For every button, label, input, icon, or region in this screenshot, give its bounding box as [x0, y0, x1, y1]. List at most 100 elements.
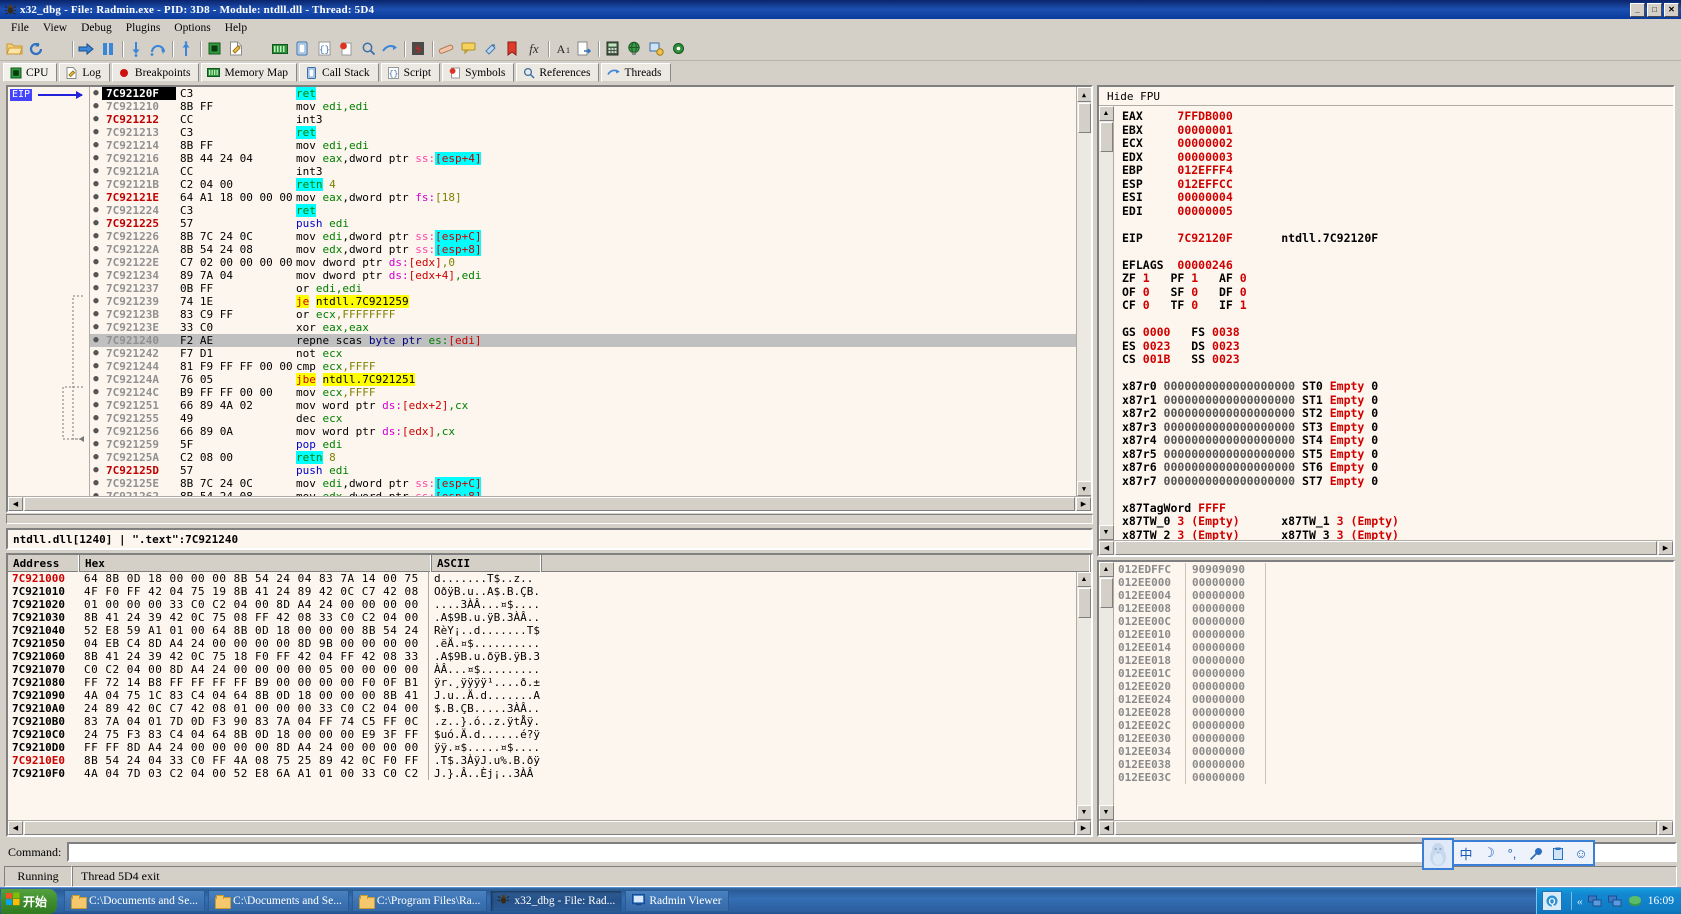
register-row[interactable]: ESI 00000004 — [1122, 190, 1673, 205]
breakpoint-dot-icon[interactable]: ● — [90, 282, 102, 295]
disassembly-row[interactable]: ● 7C921255 49 dec ecx — [90, 412, 1076, 425]
breakpoint-dot-icon[interactable]: ● — [90, 438, 102, 451]
dump-row[interactable]: 7C9210B0 83 7A 04 01 7D 0D F3 90 83 7A 04… — [8, 715, 1076, 728]
breakpoint-dot-icon[interactable]: ● — [90, 477, 102, 490]
step-into-icon[interactable] — [125, 38, 147, 60]
stack-row[interactable]: 012EE034 00000000 — [1114, 745, 1673, 758]
breakpoint-dot-icon[interactable]: ● — [90, 334, 102, 347]
stack-row[interactable]: 012EE020 00000000 — [1114, 680, 1673, 693]
breakpoint-dot-icon[interactable]: ● — [90, 178, 102, 191]
disassembly-row[interactable]: ● 7C92122A 8B 54 24 08 mov edx,dword ptr ss… — [90, 243, 1076, 256]
dump-row[interactable]: 7C9210F0 4A 04 7D 03 C2 04 00 52 E8 6A A1… — [8, 767, 1076, 780]
breakpoint-dot-icon[interactable]: ● — [90, 295, 102, 308]
dump-row[interactable]: 7C9210A0 24 89 42 0C C7 42 08 01 00 00 00… — [8, 702, 1076, 715]
dump-col-ascii[interactable]: ASCII — [432, 555, 542, 572]
restart-icon[interactable] — [25, 38, 47, 60]
maximize-button[interactable]: □ — [1647, 2, 1662, 17]
scroll-thumb[interactable] — [1099, 578, 1113, 608]
register-line[interactable] — [1122, 313, 1673, 327]
stack-row[interactable]: 012EE000 00000000 — [1114, 576, 1673, 589]
menu-plugins[interactable]: Plugins — [119, 21, 168, 35]
disassembly-row[interactable]: ● 7C921239 74 1E je ntdll.7C921259 — [90, 295, 1076, 308]
taskbar-item-radmin-viewer[interactable]: Radmin Viewer — [625, 890, 729, 912]
scroll-right-icon[interactable]: ▶ — [1658, 821, 1673, 835]
stack-row[interactable]: 012EE008 00000000 — [1114, 602, 1673, 615]
breakpoint-dot-icon[interactable]: ● — [90, 464, 102, 477]
breakpoint-dot-icon[interactable]: ● — [90, 490, 102, 496]
scroll-up-icon[interactable]: ▲ — [1076, 572, 1091, 587]
dump-row[interactable]: 7C9210C0 24 75 F3 83 C4 04 64 8B 0D 18 00… — [8, 728, 1076, 741]
stack-row[interactable]: 012EE03C 00000000 — [1114, 771, 1673, 784]
fpu-row[interactable]: x87r3 0000000000000000000 ST3 Empty 0 — [1122, 420, 1673, 435]
breakpoint-dot-icon[interactable]: ● — [90, 204, 102, 217]
scroll-right-icon[interactable]: ▶ — [1076, 821, 1091, 835]
disassembly-row[interactable]: ● 7C921210 8B FF mov edi,edi — [90, 100, 1076, 113]
disassembly-row[interactable]: ● 7C921259 5F pop edi — [90, 438, 1076, 451]
tab-threads[interactable]: Threads — [601, 63, 671, 82]
disassembly-row[interactable]: ● 7C92121A CC int3 — [90, 165, 1076, 178]
breakpoint-dot-icon[interactable]: ● — [90, 139, 102, 152]
stack-row[interactable]: 012EE014 00000000 — [1114, 641, 1673, 654]
stack-rows[interactable]: 012EDFFC 90909090 012EE000 00000000 012EE004… — [1114, 562, 1673, 820]
register-row[interactable]: EDX 00000003 — [1122, 150, 1673, 165]
register-line[interactable] — [1122, 367, 1673, 381]
hscroll-thumb[interactable] — [1115, 821, 1657, 835]
dump-hscrollbar[interactable]: ◀ ▶ — [8, 820, 1091, 835]
scroll-down-icon[interactable]: ▼ — [1076, 805, 1091, 820]
dump-row[interactable]: 7C921010 4F F0 FF 42 04 75 19 8B 41 24 89… — [8, 585, 1076, 598]
tab-call-stack[interactable]: Call Stack — [299, 63, 379, 82]
segment-row[interactable]: CS 001B SS 0023 — [1122, 352, 1673, 367]
scroll-thumb[interactable] — [1099, 122, 1113, 152]
breakpoint-dot-icon[interactable]: ● — [90, 152, 102, 165]
disassembly-row[interactable]: ● 7C92125E 8B 7C 24 0C mov edi,dword ptr ss… — [90, 477, 1076, 490]
start-button[interactable]: 开始 — [1, 888, 58, 914]
disassembly-row[interactable]: ●7C9212628B 54 24 08mov edx,dword ptr ss… — [90, 490, 1076, 496]
font-icon[interactable]: A1 — [551, 38, 573, 60]
register-row[interactable]: EDI 00000005 — [1122, 204, 1673, 219]
register-row-eflags[interactable]: EFLAGS 00000246 — [1122, 258, 1673, 273]
breakpoint-dot-icon[interactable]: ● — [90, 373, 102, 386]
registers-body[interactable]: ▲ ▼ EAX 7FFDB000 EBX 00000001 ECX 00000002… — [1099, 105, 1673, 540]
ime-punctuation-icon[interactable]: °, — [1504, 846, 1520, 861]
taskbar-item-x32dbg[interactable]: x32_dbg - File: Rad... — [490, 890, 623, 912]
dump-vscrollbar[interactable]: ▲ ▼ — [1076, 572, 1091, 820]
scroll-thumb[interactable] — [1077, 588, 1091, 618]
stack-row[interactable]: 012EE00C 00000000 — [1114, 615, 1673, 628]
execute-till-return-icon[interactable] — [175, 38, 197, 60]
tagword-row[interactable]: x87TW_2 3 (Empty) x87TW_3 3 (Empty) — [1122, 528, 1673, 540]
disassembly-row[interactable]: ● 7C92123B 83 C9 FF or ecx,FFFFFFFF — [90, 308, 1076, 321]
disassembly-body[interactable]: EIP ● 7C92120F C3 ret ● 7C921210 8B FF mov edi,… — [8, 87, 1091, 496]
step-over-icon[interactable] — [147, 38, 169, 60]
tagword-row[interactable]: x87TW_0 3 (Empty) x87TW_1 3 (Empty) — [1122, 514, 1673, 529]
tab-memory-map[interactable]: Memory Map — [201, 63, 298, 82]
dump-col-address[interactable]: Address — [8, 555, 80, 572]
registers-hscrollbar[interactable]: ◀ ▶ — [1099, 540, 1673, 555]
ime-lang-label[interactable]: 中 — [1458, 844, 1474, 863]
menu-debug[interactable]: Debug — [74, 21, 119, 35]
disassembly-row[interactable]: ● 7C921214 8B FF mov edi,edi — [90, 139, 1076, 152]
breakpoint-dot-icon[interactable]: ● — [90, 412, 102, 425]
scylla-icon[interactable]: S — [407, 38, 429, 60]
breakpoint-dot-icon[interactable]: ● — [90, 347, 102, 360]
breakpoint-dot-icon[interactable]: ● — [90, 256, 102, 269]
dump-row[interactable]: 7C921070 C0 C2 04 00 8D A4 24 00 00 00 00… — [8, 663, 1076, 676]
tab-symbols[interactable]: Symbols — [442, 63, 515, 82]
stack-panel[interactable]: ▲ ▼ 012EDFFC 90909090 012EE000 00000000 012E… — [1097, 560, 1675, 837]
stack-row[interactable]: 012EE038 00000000 — [1114, 758, 1673, 771]
disassembly-row[interactable]: ● 7C92124C B9 FF FF 00 00 mov ecx,FFFF — [90, 386, 1076, 399]
register-line[interactable] — [1122, 218, 1673, 232]
scroll-left-icon[interactable]: ◀ — [1099, 541, 1114, 555]
breakpoint-dot-icon[interactable]: ● — [90, 126, 102, 139]
disassembly-row[interactable]: ● 7C921237 0B FF or edi,edi — [90, 282, 1076, 295]
scroll-left-icon[interactable]: ◀ — [8, 497, 23, 511]
memory-map-icon[interactable] — [269, 38, 291, 60]
disassembly-row[interactable]: ● 7C92125A C2 08 00 retn 8 — [90, 451, 1076, 464]
disassembly-row[interactable]: ● 7C92121B C2 04 00 retn 4 — [90, 178, 1076, 191]
export-icon[interactable] — [573, 38, 595, 60]
flag-row[interactable]: OF 0 SF 0 DF 0 — [1122, 285, 1673, 300]
hscroll-thumb[interactable] — [1115, 541, 1657, 555]
disassembly-row[interactable]: ● 7C921226 8B 7C 24 0C mov edi,dword ptr ss… — [90, 230, 1076, 243]
ime-clipboard-icon[interactable] — [1550, 847, 1566, 860]
stack-row[interactable]: 012EE02C 00000000 — [1114, 719, 1673, 732]
ime-smiley-icon[interactable]: ☺ — [1573, 846, 1589, 861]
